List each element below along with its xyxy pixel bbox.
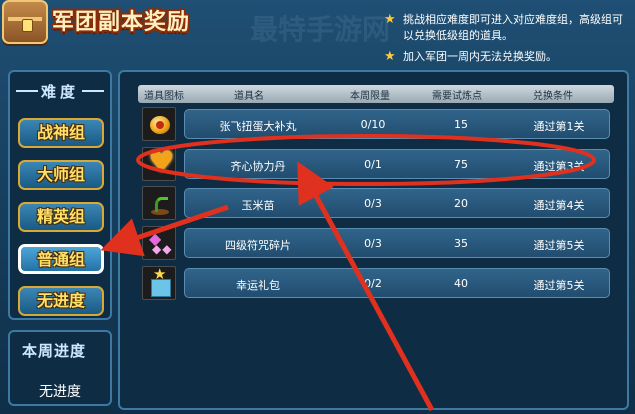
note-text: 挑战相应难度即可进入对应难度组，高级组可以兑换低级组的道具。 [403,13,623,42]
item-points: 75 [454,158,468,171]
treasure-chest-icon [2,0,48,44]
item-points: 35 [454,237,468,250]
header-limit: 本周限量 [350,91,390,102]
row-bar: 张飞扭蛋大补丸 0/10 15 通过第1关 [184,109,610,139]
page-title: 军团副本奖励 [52,10,191,35]
item-name: 齐心协力丹 [230,160,286,173]
item-condition: 通过第5关 [533,239,585,252]
table-row[interactable]: 张飞扭蛋大补丸 0/10 15 通过第1关 [138,107,614,141]
header-condition: 兑换条件 [533,91,573,102]
item-points: 40 [454,277,468,290]
curse-shard-icon[interactable] [142,226,176,260]
progress-title: 本周进度 [22,342,87,360]
table-row[interactable]: 幸运礼包 0/2 40 通过第5关 [138,265,614,300]
sprout-icon[interactable] [142,186,176,220]
table-row[interactable]: 齐心协力丹 0/1 75 通过第3关 [138,145,614,181]
item-limit: 0/3 [364,237,382,250]
note-item: ★ 挑战相应难度即可进入对应难度组，高级组可以兑换低级组的道具。 [382,12,632,44]
difficulty-button-no-progress[interactable]: 无进度 [18,286,104,316]
difficulty-button-warlord[interactable]: 战神组 [18,118,104,148]
weekly-progress-box: 本周进度 无进度 [8,330,112,406]
item-name: 四级符咒碎片 [225,239,291,252]
item-condition: 通过第3关 [533,160,585,173]
item-condition: 通过第4关 [533,199,585,212]
star-icon: ★ [384,49,396,64]
row-bar: 四级符咒碎片 0/3 35 通过第5关 [184,228,610,258]
item-points: 20 [454,197,468,210]
item-condition: 通过第1关 [533,120,585,133]
row-bar: 玉米苗 0/3 20 通过第4关 [184,188,610,218]
dumpling-icon[interactable] [142,107,176,141]
difficulty-button-elite[interactable]: 精英组 [18,202,104,232]
heart-pill-icon[interactable] [142,145,176,181]
header-name: 道具名 [234,91,264,102]
table-header: 道具图标 道具名 本周限量 需要试炼点 兑换条件 [138,85,614,103]
row-bar: 齐心协力丹 0/1 75 通过第3关 [184,149,610,179]
note-item: ★ 加入军团一周内无法兑换奖励。 [382,49,632,65]
reward-table-panel: 道具图标 道具名 本周限量 需要试炼点 兑换条件 张飞扭蛋大补丸 0/10 15… [118,70,629,410]
header: 军团副本奖励 最特手游网 ★ 挑战相应难度即可进入对应难度组，高级组可以兑换低级… [0,0,635,64]
note-text: 加入军团一周内无法兑换奖励。 [403,50,557,63]
item-points: 15 [454,118,468,131]
notes: ★ 挑战相应难度即可进入对应难度组，高级组可以兑换低级组的道具。 ★ 加入军团一… [382,12,632,65]
item-name: 玉米苗 [241,199,275,212]
item-limit: 0/1 [364,158,382,171]
item-limit: 0/2 [364,277,382,290]
watermark: 最特手游网 [250,13,391,46]
item-limit: 0/10 [360,118,386,131]
row-bar: 幸运礼包 0/2 40 通过第5关 [184,268,610,298]
table-row[interactable]: 玉米苗 0/3 20 通过第4关 [138,186,614,220]
item-name: 张飞扭蛋大补丸 [219,120,297,133]
item-condition: 通过第5关 [533,279,585,292]
difficulty-sidebar: 难度 战神组 大师组 精英组 普通组 无进度 [8,70,112,320]
header-icon: 道具图标 [144,91,184,102]
gift-box-icon[interactable] [142,265,176,300]
table-row[interactable]: 四级符咒碎片 0/3 35 通过第5关 [138,226,614,260]
header-points: 需要试炼点 [432,91,482,102]
difficulty-button-normal[interactable]: 普通组 [18,244,104,274]
difficulty-button-master[interactable]: 大师组 [18,160,104,190]
progress-value: 无进度 [39,384,81,400]
star-icon: ★ [384,12,396,27]
item-limit: 0/3 [364,197,382,210]
item-name: 幸运礼包 [236,279,280,292]
sidebar-title: 难度 [10,81,110,102]
